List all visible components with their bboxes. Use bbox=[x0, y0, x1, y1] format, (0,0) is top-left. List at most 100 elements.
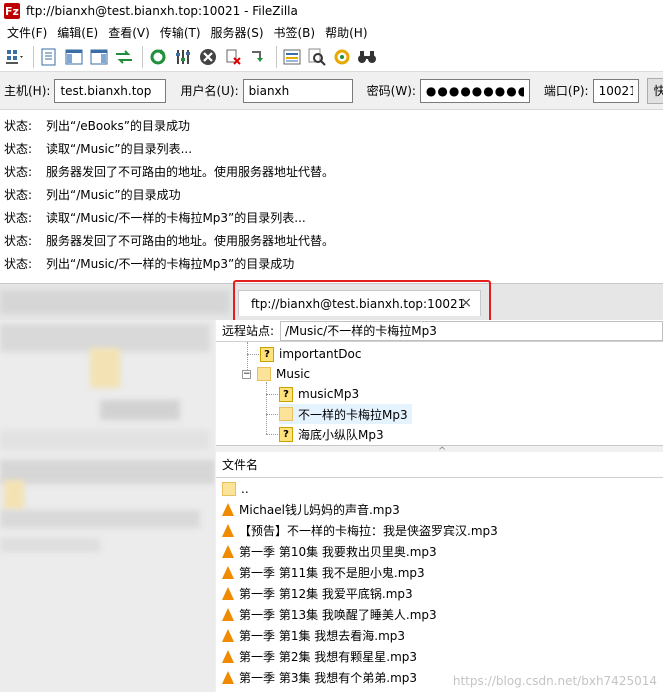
quickconnect-bar: 主机(H): 用户名(U): 密码(W): 端口(P): 快 bbox=[0, 72, 663, 110]
blur-region bbox=[90, 348, 120, 388]
file-name: 第一季 第11集 我不是胆小鬼.mp3 bbox=[239, 566, 425, 580]
sync-browsing-icon[interactable] bbox=[331, 46, 353, 68]
password-input[interactable] bbox=[419, 78, 530, 103]
tree-item-importantdoc[interactable]: ? importantDoc bbox=[260, 344, 361, 364]
disconnect-icon[interactable] bbox=[222, 46, 244, 68]
tree-item-octonauts[interactable]: ? 海底小纵队Mp3 bbox=[279, 424, 384, 444]
vlc-icon bbox=[222, 671, 234, 684]
log-row: 状态: 服务器发回了不可路由的地址。使用服务器地址代替。 bbox=[0, 160, 663, 183]
tree-item-musicmp3[interactable]: ? musicMp3 bbox=[279, 384, 359, 404]
vlc-icon bbox=[222, 587, 234, 600]
username-input[interactable] bbox=[242, 78, 353, 103]
menu-transfer[interactable]: 传输(T) bbox=[155, 24, 206, 41]
directory-listing-filter-icon[interactable] bbox=[281, 46, 303, 68]
tree-item-label: Music bbox=[276, 367, 311, 381]
process-queue-icon[interactable] bbox=[172, 46, 194, 68]
cancel-icon[interactable] bbox=[197, 46, 219, 68]
vlc-icon bbox=[222, 503, 234, 516]
menu-file[interactable]: 文件(F) bbox=[2, 24, 52, 41]
port-input[interactable] bbox=[592, 78, 639, 103]
log-message: 列出“/eBooks”的目录成功 bbox=[46, 119, 190, 133]
toolbar bbox=[0, 42, 663, 72]
host-input[interactable] bbox=[54, 78, 167, 103]
blur-region bbox=[100, 400, 180, 420]
search-icon[interactable] bbox=[356, 46, 378, 68]
log-row: 状态: 服务器发回了不可路由的地址。使用服务器地址代替。 bbox=[0, 229, 663, 252]
menu-server[interactable]: 服务器(S) bbox=[206, 24, 269, 41]
blur-region bbox=[0, 460, 215, 484]
menu-help[interactable]: 帮助(H) bbox=[320, 24, 372, 41]
reconnect-icon[interactable] bbox=[247, 46, 269, 68]
message-log: 状态: 列出“/eBooks”的目录成功 状态: 读取“/Music”的目录列表..… bbox=[0, 110, 663, 284]
menu-edit[interactable]: 编辑(E) bbox=[52, 24, 103, 41]
tree-item-music[interactable]: − Music bbox=[242, 364, 310, 384]
log-status: 状态: bbox=[4, 165, 33, 179]
tree-item-kamela-selected[interactable]: 不一样的卡梅拉Mp3 bbox=[279, 404, 412, 424]
folder-icon bbox=[222, 481, 236, 496]
remote-site-bar: 远程站点: /Music/不一样的卡梅拉Mp3 bbox=[216, 320, 663, 342]
remote-site-label: 远程站点: bbox=[222, 324, 275, 338]
file-list-header: ^ 文件名 bbox=[216, 446, 663, 478]
remote-file-list: .. Michael钱儿妈妈的声音.mp3 【预告】不一样的卡梅拉：我是侠盗罗宾… bbox=[216, 478, 663, 692]
menu-bar: 文件(F) 编辑(E) 查看(V) 传输(T) 服务器(S) 书签(B) 帮助(… bbox=[0, 22, 663, 42]
red-highlight-box bbox=[233, 280, 491, 325]
log-message: 列出“/Music/不一样的卡梅拉Mp3”的目录成功 bbox=[46, 257, 295, 271]
file-row[interactable]: 第一季 第1集 我想去看海.mp3 bbox=[216, 625, 663, 646]
file-name: 第一季 第13集 我唤醒了睡美人.mp3 bbox=[239, 608, 437, 622]
blur-region bbox=[0, 510, 200, 528]
tree-line bbox=[266, 382, 267, 434]
file-row[interactable]: 第一季 第12集 我爱平底锅.mp3 bbox=[216, 583, 663, 604]
file-row[interactable]: 第一季 第2集 我想有颗星星.mp3 bbox=[216, 646, 663, 667]
toggle-queue-icon[interactable] bbox=[113, 46, 135, 68]
column-filename[interactable]: 文件名 bbox=[222, 456, 258, 473]
collapse-icon[interactable]: − bbox=[242, 369, 251, 379]
file-row[interactable]: Michael钱儿妈妈的声音.mp3 bbox=[216, 499, 663, 520]
log-status: 状态: bbox=[4, 234, 33, 248]
remote-directory-tree: ? importantDoc − Music ? musicMp3 不一样的卡梅… bbox=[216, 342, 663, 446]
toggle-local-tree-icon[interactable] bbox=[63, 46, 85, 68]
tree-item-label: 海底小纵队Mp3 bbox=[298, 427, 384, 442]
username-label: 用户名(U): bbox=[180, 84, 239, 98]
filezilla-logo-icon: Fz bbox=[4, 3, 20, 19]
folder-icon bbox=[279, 407, 293, 421]
log-row: 状态: 读取“/Music/不一样的卡梅拉Mp3”的目录列表... bbox=[0, 206, 663, 229]
blur-region bbox=[4, 480, 24, 510]
log-message: 读取“/Music/不一样的卡梅拉Mp3”的目录列表... bbox=[46, 211, 306, 225]
file-row-parent[interactable]: .. bbox=[216, 478, 663, 499]
log-status: 状态: bbox=[4, 119, 33, 133]
toolbar-separator bbox=[33, 45, 34, 68]
file-row[interactable]: 第一季 第13集 我唤醒了睡美人.mp3 bbox=[216, 604, 663, 625]
unknown-folder-icon: ? bbox=[279, 386, 293, 402]
file-row[interactable]: 第一季 第10集 我要救出贝里奥.mp3 bbox=[216, 541, 663, 562]
log-row: 状态: 列出“/Music/不一样的卡梅拉Mp3”的目录成功 bbox=[0, 252, 663, 275]
vlc-icon bbox=[222, 524, 234, 537]
tree-item-label: 不一样的卡梅拉Mp3 bbox=[298, 407, 408, 422]
tree-line bbox=[266, 414, 278, 415]
file-name: Michael钱儿妈妈的声音.mp3 bbox=[239, 503, 400, 517]
refresh-icon[interactable] bbox=[147, 46, 169, 68]
file-name: 第一季 第1集 我想去看海.mp3 bbox=[239, 629, 406, 643]
tree-item-label: musicMp3 bbox=[298, 387, 360, 401]
site-manager-icon[interactable] bbox=[4, 46, 26, 68]
log-message: 读取“/Music”的目录列表... bbox=[46, 142, 193, 156]
watermark: https://blog.csdn.net/bxh7425014 bbox=[452, 674, 657, 688]
file-row[interactable]: 【预告】不一样的卡梅拉：我是侠盗罗宾汉.mp3 bbox=[216, 520, 663, 541]
local-pane-blurred bbox=[0, 320, 215, 692]
tree-line bbox=[266, 394, 278, 395]
file-name: .. bbox=[241, 481, 249, 496]
log-status: 状态: bbox=[4, 257, 33, 271]
vlc-icon bbox=[222, 650, 234, 663]
log-row: 状态: 读取“/Music”的目录列表... bbox=[0, 137, 663, 160]
quickconnect-button[interactable]: 快 bbox=[646, 77, 663, 104]
menu-bookmarks[interactable]: 书签(B) bbox=[269, 24, 321, 41]
toggle-remote-tree-icon[interactable] bbox=[88, 46, 110, 68]
tree-line bbox=[266, 434, 278, 435]
menu-view[interactable]: 查看(V) bbox=[103, 24, 155, 41]
toggle-log-icon[interactable] bbox=[38, 46, 60, 68]
remote-path-input[interactable]: /Music/不一样的卡梅拉Mp3 bbox=[280, 320, 663, 341]
log-message: 服务器发回了不可路由的地址。使用服务器地址代替。 bbox=[46, 234, 335, 248]
host-label: 主机(H): bbox=[4, 84, 51, 98]
compare-directories-icon[interactable] bbox=[306, 46, 328, 68]
log-message: 服务器发回了不可路由的地址。使用服务器地址代替。 bbox=[46, 165, 335, 179]
file-row[interactable]: 第一季 第11集 我不是胆小鬼.mp3 bbox=[216, 562, 663, 583]
